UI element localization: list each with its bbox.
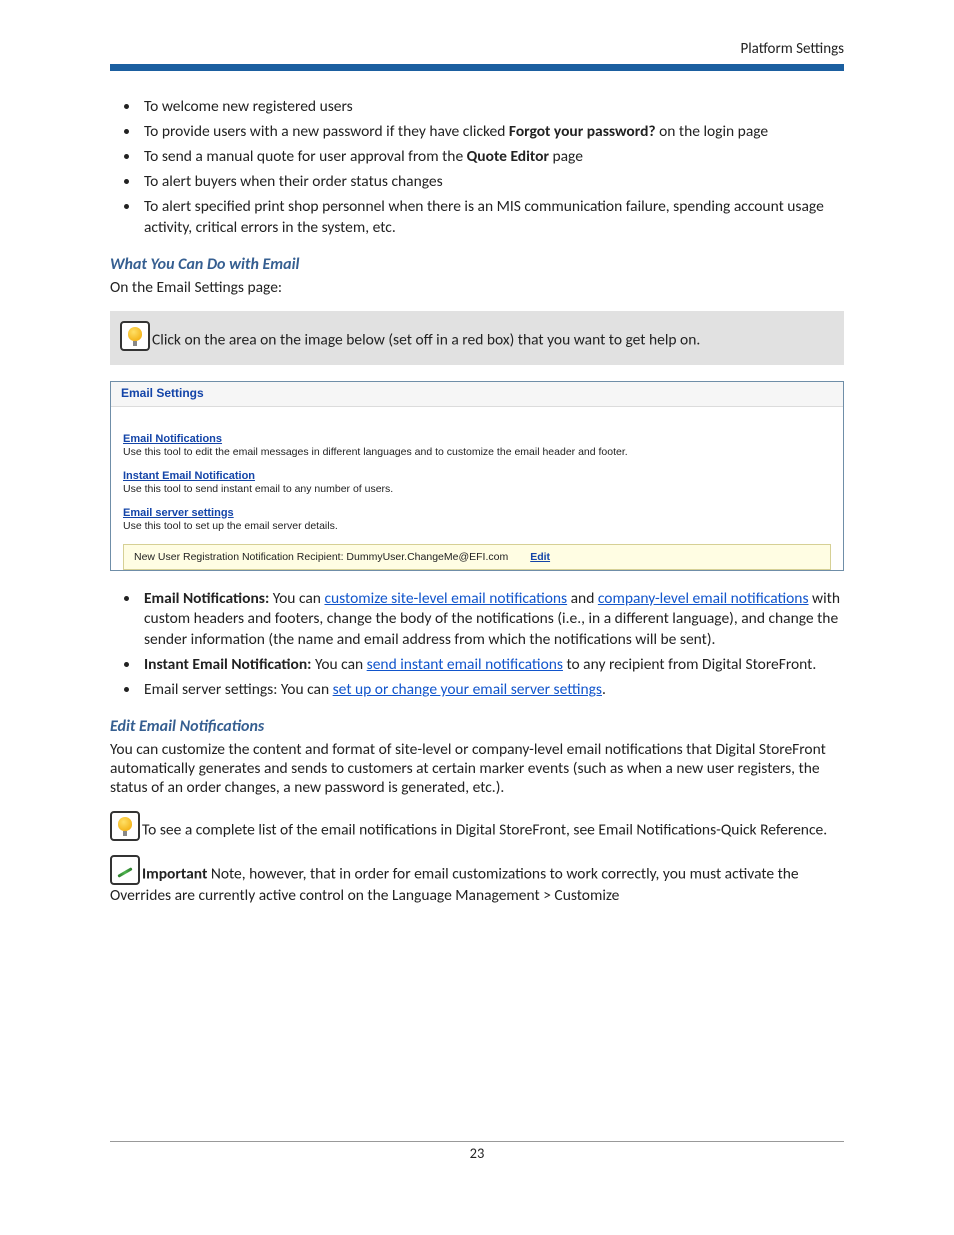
tip-paragraph: To see a complete list of the email noti… <box>110 811 844 841</box>
list-item: To provide users with a new password if … <box>140 122 844 143</box>
tip-callout: Click on the area on the image below (se… <box>110 311 844 365</box>
send-instant-email-link[interactable]: send instant email notifications <box>367 655 563 674</box>
text: on the login page <box>656 122 769 141</box>
text: page <box>549 147 583 166</box>
email-server-settings-link[interactable]: Email server settings <box>123 507 234 519</box>
list-item: To welcome new registered users <box>140 97 844 118</box>
email-server-settings-body-link[interactable]: set up or change your email server setti… <box>333 680 602 699</box>
list-item: To alert buyers when their order status … <box>140 172 844 193</box>
instant-email-link[interactable]: Instant Email Notification <box>123 470 255 482</box>
section2-para: You can customize the content and format… <box>110 740 844 797</box>
text: to any recipient from Digital StoreFront… <box>563 655 816 674</box>
important-text: Note, however, that in order for email c… <box>110 864 799 905</box>
text-bold: Instant Email Notification: <box>144 655 311 674</box>
email-server-settings-desc: Use this tool to set up the email server… <box>123 520 831 532</box>
text-bold: Email Notifications: <box>144 589 269 608</box>
text: To alert buyers when their order status … <box>144 172 443 191</box>
tip-text: Click on the area on the image below (se… <box>152 330 700 349</box>
list-item: To send a manual quote for user approval… <box>140 147 844 168</box>
section1-intro: On the Email Settings page: <box>110 278 844 297</box>
pencil-icon <box>110 855 140 885</box>
instant-email-desc: Use this tool to send instant email to a… <box>123 483 831 495</box>
text: To alert specified print shop personnel … <box>144 197 824 237</box>
text: . <box>602 680 606 699</box>
email-settings-panel: Email Settings Email Notifications Use t… <box>110 381 844 571</box>
email-notifications-desc: Use this tool to edit the email messages… <box>123 446 831 458</box>
new-user-recipient-bar: New User Registration Notification Recip… <box>123 544 831 570</box>
text: To send a manual quote for user approval… <box>144 147 467 166</box>
email-panel-title: Email Settings <box>111 382 843 407</box>
list-item: Email Notifications: You can customize s… <box>140 589 844 652</box>
text-bold: Forgot your password? <box>509 122 656 141</box>
page-header-title: Platform Settings <box>110 40 844 64</box>
page-number: 23 <box>470 1144 485 1162</box>
after-panel-bullets: Email Notifications: You can customize s… <box>110 589 844 702</box>
text: You can <box>311 655 366 674</box>
text: and <box>567 589 598 608</box>
list-item: Email server settings: You can set up or… <box>140 680 844 701</box>
recipient-text: New User Registration Notification Recip… <box>134 551 508 563</box>
intro-bullet-list: To welcome new registered users To provi… <box>110 97 844 239</box>
text: You can <box>269 589 324 608</box>
text: To welcome new registered users <box>144 97 353 116</box>
text: Email server settings: You can <box>144 680 333 699</box>
text-bold: Quote Editor <box>467 147 549 166</box>
lightbulb-icon <box>110 811 140 841</box>
heading-what-you-can-do: What You Can Do with Email <box>110 255 844 274</box>
important-paragraph: Important Note, however, that in order f… <box>110 855 844 907</box>
header-rule <box>110 64 844 71</box>
important-label: Important <box>142 864 207 883</box>
edit-recipient-link[interactable]: Edit <box>530 551 550 563</box>
tip-text-2: To see a complete list of the email noti… <box>142 820 827 839</box>
company-level-link[interactable]: company-level email notifications <box>598 589 809 608</box>
heading-edit-email-notifications: Edit Email Notifications <box>110 717 844 736</box>
list-item: To alert specified print shop personnel … <box>140 197 844 239</box>
page-footer: 23 <box>110 1141 844 1162</box>
email-notifications-link[interactable]: Email Notifications <box>123 433 222 445</box>
text: To provide users with a new password if … <box>144 122 509 141</box>
lightbulb-icon <box>120 321 150 351</box>
list-item: Instant Email Notification: You can send… <box>140 655 844 676</box>
customize-site-level-link[interactable]: customize site-level email notifications <box>324 589 567 608</box>
